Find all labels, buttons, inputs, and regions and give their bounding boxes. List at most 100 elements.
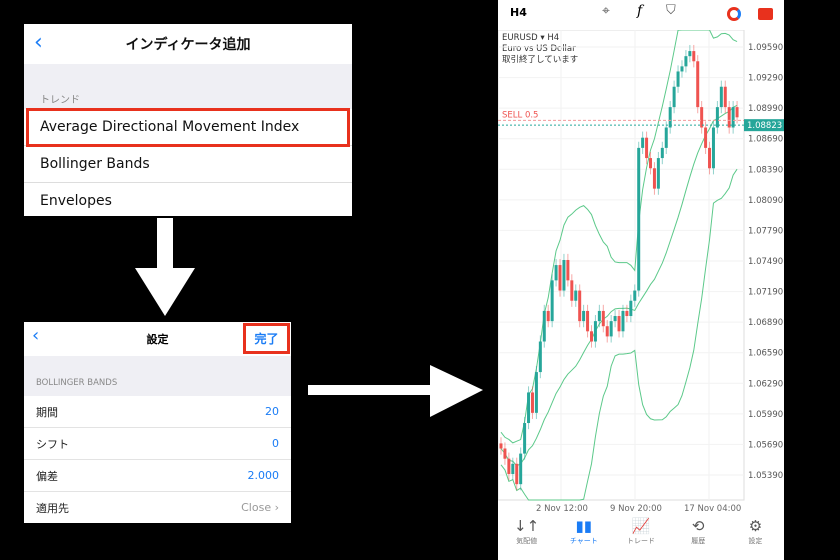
candle-body xyxy=(550,280,554,322)
price-label: 1.07490 xyxy=(748,257,783,267)
account-icon[interactable] xyxy=(758,8,773,20)
candle-body xyxy=(523,423,527,454)
candle-body xyxy=(609,321,613,337)
done-button[interactable]: 完了 xyxy=(243,323,290,354)
back-button[interactable]: ‹ xyxy=(34,30,43,55)
candle-body xyxy=(511,463,515,474)
value[interactable]: 20 xyxy=(265,405,279,418)
candle-body xyxy=(617,316,621,332)
sell-label: SELL 0.5 xyxy=(502,110,538,120)
nav-quotes[interactable]: ↓↑ 気配値 xyxy=(498,512,555,560)
label: 履歴 xyxy=(691,537,706,545)
candle-body xyxy=(637,147,641,291)
candle-body xyxy=(633,290,637,301)
gear-icon: ⚙ xyxy=(748,517,763,535)
price-label: 1.05690 xyxy=(748,440,783,450)
candle-body xyxy=(731,107,735,128)
candle-body xyxy=(601,310,605,327)
price-label: 1.09590 xyxy=(748,43,783,53)
candle-body xyxy=(649,158,653,169)
setting-deviation[interactable]: 偏差 2.000 xyxy=(24,460,291,492)
candle-body xyxy=(574,290,578,301)
setting-apply-to[interactable]: 適用先 Close › xyxy=(24,492,291,523)
settings-panel: ‹ 設定 完了 BOLLINGER BANDS 期間 20 シフト 0 偏差 2.000 … xyxy=(24,322,291,523)
candle-body xyxy=(715,107,719,128)
price-label: 1.06590 xyxy=(748,349,783,359)
candle-body xyxy=(645,137,649,159)
label: シフト xyxy=(36,437,69,451)
price-label: 1.07790 xyxy=(748,226,783,236)
candle-body xyxy=(593,321,597,342)
candle-body xyxy=(688,51,692,57)
nav-settings[interactable]: ⚙ 設定 xyxy=(727,512,784,560)
crosshair-icon[interactable]: ⌖ xyxy=(602,3,610,19)
label: トレード xyxy=(627,537,655,545)
candle-body xyxy=(704,127,708,148)
section-header: BOLLINGER BANDS xyxy=(36,378,118,388)
label: 適用先 xyxy=(36,501,69,515)
candle-body xyxy=(578,290,582,322)
value[interactable]: Close › xyxy=(241,501,279,514)
function-icon[interactable]: f xyxy=(637,3,642,19)
candle-body xyxy=(672,86,676,108)
price-label: 1.06890 xyxy=(748,318,783,328)
price-label: 1.06290 xyxy=(748,379,783,389)
price-chart[interactable]: 1.09590 1.09290 1.08990 1.08690 1.08390 1.080… xyxy=(498,30,784,520)
current-price: 1.08823 xyxy=(747,121,782,131)
quotes-icon: ↓↑ xyxy=(514,517,540,535)
candle-body xyxy=(542,310,546,342)
timeframe-button[interactable]: H4 xyxy=(510,6,527,19)
candle-body xyxy=(507,458,511,474)
nav-trade[interactable]: 📈 トレード xyxy=(612,512,669,560)
candle-body xyxy=(711,127,715,169)
candle-body xyxy=(519,453,523,485)
candle-body xyxy=(589,331,593,342)
chart-screen: H4 ⌖ f ⛉ EURUSD ▾ H4 Euro vs US Dollar 取… xyxy=(498,0,784,560)
price-label: 1.08690 xyxy=(748,135,783,145)
candle-body xyxy=(613,316,617,322)
setting-shift[interactable]: シフト 0 xyxy=(24,428,291,460)
highlight-box xyxy=(26,108,350,147)
candle-body xyxy=(562,259,566,291)
candle-body xyxy=(605,326,609,337)
trade-icon: 📈 xyxy=(631,517,651,535)
indicator-bollinger[interactable]: Bollinger Bands xyxy=(24,146,352,183)
candle-body xyxy=(719,86,723,108)
candle-body xyxy=(629,300,633,317)
label: 気配値 xyxy=(516,537,538,545)
candle-body xyxy=(700,107,704,128)
price-label: 1.09290 xyxy=(748,74,783,84)
page-title: インディケータ追加 xyxy=(125,37,251,53)
candle-body xyxy=(503,448,507,459)
candle-body xyxy=(652,168,656,189)
setting-period[interactable]: 期間 20 xyxy=(24,396,291,428)
candle-body xyxy=(723,86,727,108)
candle-body xyxy=(664,127,668,148)
candle-body xyxy=(530,392,534,413)
down-arrow xyxy=(135,218,195,316)
price-label: 1.07190 xyxy=(748,288,783,298)
label: チャート xyxy=(569,537,598,545)
candle-body xyxy=(727,107,731,128)
value[interactable]: 2.000 xyxy=(248,469,280,482)
nav-chart[interactable]: ▮▮ チャート xyxy=(555,512,612,560)
candle-body xyxy=(546,310,550,322)
candle-body xyxy=(582,310,586,322)
nav-history[interactable]: ⟲ 履歴 xyxy=(670,512,727,560)
chart-icon: ▮▮ xyxy=(575,517,593,535)
candle-body xyxy=(641,137,645,148)
right-arrow xyxy=(308,365,483,417)
candle-body xyxy=(558,265,562,291)
indicator-envelopes[interactable]: Envelopes xyxy=(24,183,352,216)
candle-body xyxy=(625,310,629,317)
candle-body xyxy=(566,259,570,281)
candle-body xyxy=(708,147,712,169)
objects-icon[interactable]: ⛉ xyxy=(666,3,676,18)
back-button[interactable]: ‹ xyxy=(32,325,39,346)
label: 期間 xyxy=(36,405,58,419)
bottom-nav: ↓↑ 気配値 ▮▮ チャート 📈 トレード ⟲ 履歴 ⚙ 設定 xyxy=(498,512,784,560)
value[interactable]: 0 xyxy=(272,437,279,450)
clock-icon[interactable] xyxy=(727,7,741,21)
candle-body xyxy=(570,280,574,301)
candle-body xyxy=(656,158,660,189)
